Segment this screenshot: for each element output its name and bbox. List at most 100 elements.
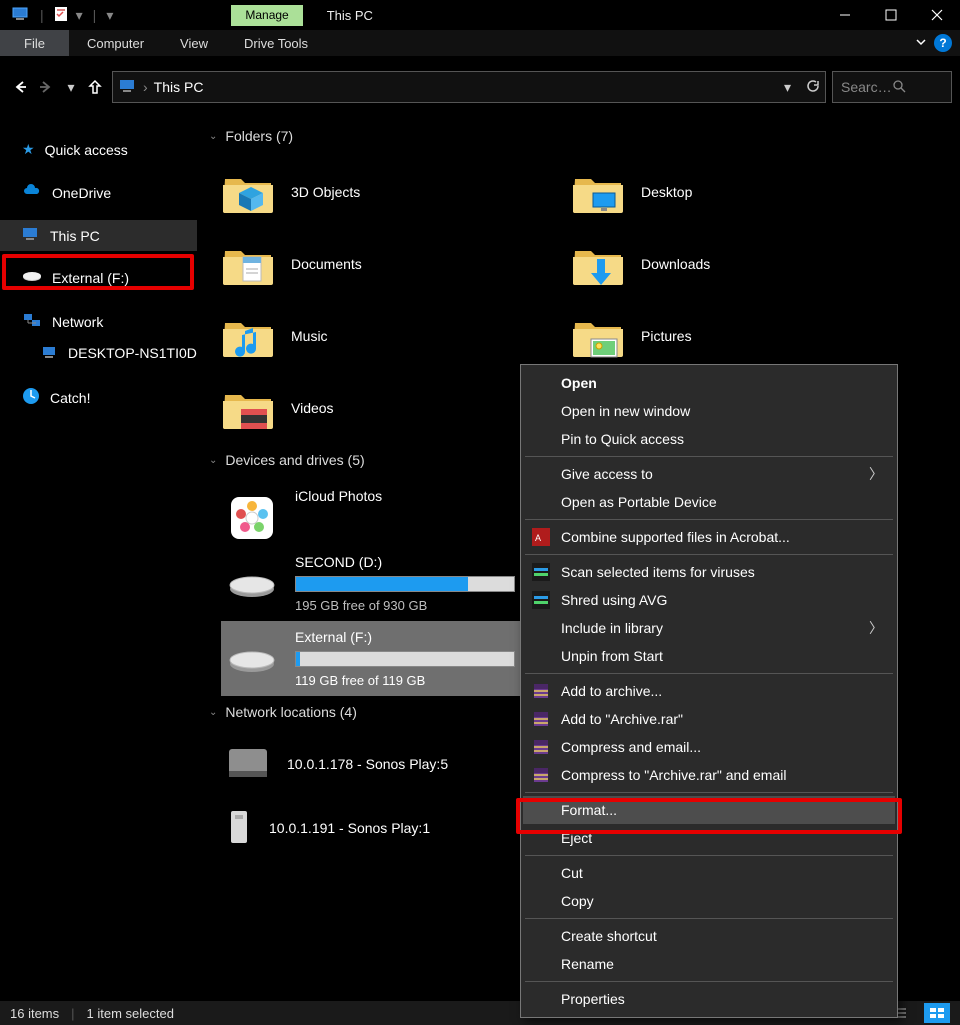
network-location-label: 10.0.1.191 - Sonos Play:1 — [269, 820, 430, 836]
maximize-button[interactable] — [868, 0, 914, 30]
context-menu-item[interactable]: Open as Portable Device — [523, 488, 895, 516]
context-menu-item[interactable]: Rename — [523, 950, 895, 978]
context-menu-item[interactable]: Eject — [523, 824, 895, 852]
group-header-folders[interactable]: ⌄ Folders (7) — [207, 124, 946, 156]
drive-label: SECOND (D:) — [295, 554, 517, 570]
context-menu-label: Compress to "Archive.rar" and email — [561, 767, 786, 783]
sidebar-item-this-pc[interactable]: This PC — [0, 220, 197, 251]
drive-free-label: 119 GB free of 119 GB — [295, 673, 517, 688]
sidebar-item-label: Network — [52, 314, 103, 330]
context-menu-item[interactable]: Compress to "Archive.rar" and email — [523, 761, 895, 789]
drive-tile[interactable]: External (F:) 119 GB free of 119 GB — [221, 621, 521, 696]
folder-icon — [571, 165, 625, 219]
drive-tile[interactable]: SECOND (D:)195 GB free of 930 GB — [221, 546, 521, 621]
context-menu-item[interactable]: Create shortcut — [523, 922, 895, 950]
folder-tile[interactable]: Music — [221, 300, 521, 372]
search-box[interactable]: Search Thi... — [832, 71, 952, 103]
context-menu-item[interactable]: Shred using AVG — [523, 586, 895, 614]
folder-tile[interactable]: Pictures — [571, 300, 871, 372]
folder-icon — [571, 237, 625, 291]
chevron-right-icon: 〉 — [869, 464, 883, 484]
menu-separator — [525, 981, 893, 982]
sidebar-item-network[interactable]: Network — [0, 305, 197, 338]
sidebar-item-onedrive[interactable]: OneDrive — [0, 177, 197, 208]
context-menu-label: Eject — [561, 830, 592, 846]
context-menu-item[interactable]: Include in library〉 — [523, 614, 895, 642]
capacity-bar — [295, 576, 515, 592]
folder-tile[interactable]: Documents — [221, 228, 521, 300]
context-menu-item[interactable]: Pin to Quick access — [523, 425, 895, 453]
breadcrumb[interactable]: This PC — [154, 79, 204, 95]
context-menu-label: Open in new window — [561, 403, 690, 419]
close-button[interactable] — [914, 0, 960, 30]
breadcrumb-chevron-icon[interactable]: › — [143, 79, 148, 95]
context-menu-label: Scan selected items for viruses — [561, 564, 755, 580]
folder-tile[interactable]: Videos — [221, 372, 521, 444]
folder-icon — [221, 165, 275, 219]
overflow-icon[interactable]: ▾ — [106, 7, 113, 24]
search-placeholder: Search Thi... — [841, 79, 892, 95]
help-icon[interactable]: ? — [934, 34, 952, 52]
context-menu-item[interactable]: Add to "Archive.rar" — [523, 705, 895, 733]
device-icon — [225, 745, 271, 784]
tab-view[interactable]: View — [162, 30, 226, 56]
breadcrumb-dropdown-icon[interactable]: ▾ — [784, 79, 791, 96]
menu-separator — [525, 554, 893, 555]
window-title: This PC — [327, 8, 822, 23]
menu-separator — [525, 792, 893, 793]
up-button[interactable] — [84, 71, 106, 103]
folder-tile[interactable]: 3D Objects — [221, 156, 521, 228]
status-selected-count: 1 item selected — [87, 1006, 174, 1021]
folder-icon — [221, 309, 275, 363]
context-menu-item[interactable]: Format... — [523, 796, 895, 824]
undo-icon[interactable]: ▾ — [76, 7, 83, 24]
context-menu-item[interactable]: Cut — [523, 859, 895, 887]
sidebar-item-label: Catch! — [50, 390, 90, 406]
drive-tile[interactable]: iCloud Photos — [221, 480, 521, 546]
ribbon-collapse-icon[interactable] — [908, 35, 934, 52]
recent-locations-button[interactable]: ▾ — [64, 71, 78, 103]
tab-drive-tools[interactable]: Drive Tools — [226, 30, 326, 56]
sidebar-item-catch[interactable]: Catch! — [0, 380, 197, 415]
ribbon-tab-manage[interactable]: Manage — [231, 5, 302, 26]
folder-label: Videos — [291, 400, 334, 416]
back-button[interactable] — [8, 71, 30, 103]
tiles-view-button[interactable] — [924, 1003, 950, 1023]
forward-button[interactable] — [36, 71, 58, 103]
pc-icon — [12, 6, 30, 25]
context-menu-item[interactable]: Properties — [523, 985, 895, 1013]
properties-icon[interactable] — [54, 6, 68, 25]
pc-icon — [119, 78, 137, 97]
context-menu-item[interactable]: Add to archive... — [523, 677, 895, 705]
sidebar-item-network-pc[interactable]: DESKTOP-NS1TI0D — [0, 338, 197, 368]
drive-icon — [225, 498, 279, 538]
sidebar-item-external-drive[interactable]: External (F:) — [0, 263, 197, 293]
minimize-button[interactable] — [822, 0, 868, 30]
network-location-tile[interactable]: 10.0.1.191 - Sonos Play:1 — [221, 796, 521, 860]
context-menu-item[interactable]: Compress and email... — [523, 733, 895, 761]
context-menu-item[interactable]: Scan selected items for viruses — [523, 558, 895, 586]
rar-icon — [531, 709, 551, 729]
folder-tile[interactable]: Desktop — [571, 156, 871, 228]
drive-label: External (F:) — [295, 629, 517, 645]
navigation-pane: ★ Quick access OneDrive This PC External… — [0, 114, 197, 1001]
network-location-tile[interactable]: 10.0.1.178 - Sonos Play:5 — [221, 732, 521, 796]
file-menu[interactable]: File — [0, 30, 69, 56]
context-menu-item[interactable]: ACombine supported files in Acrobat... — [523, 523, 895, 551]
context-menu-label: Open — [561, 375, 597, 391]
context-menu-item[interactable]: Copy — [523, 887, 895, 915]
context-menu-item[interactable]: Open in new window — [523, 397, 895, 425]
context-menu-item[interactable]: Give access to〉 — [523, 460, 895, 488]
context-menu-item[interactable]: Open — [523, 369, 895, 397]
sidebar-item-label: Quick access — [45, 142, 128, 158]
address-bar[interactable]: › This PC ▾ — [112, 71, 826, 103]
sidebar-item-quick-access[interactable]: ★ Quick access — [0, 134, 197, 165]
title-bar: | ▾ | ▾ Manage This PC — [0, 0, 960, 30]
context-menu-item[interactable]: Unpin from Start — [523, 642, 895, 670]
refresh-icon[interactable] — [805, 79, 819, 96]
context-menu-label: Add to archive... — [561, 683, 662, 699]
folder-tile[interactable]: Downloads — [571, 228, 871, 300]
tab-computer[interactable]: Computer — [69, 30, 162, 56]
folder-label: Documents — [291, 256, 362, 272]
folder-label: 3D Objects — [291, 184, 360, 200]
